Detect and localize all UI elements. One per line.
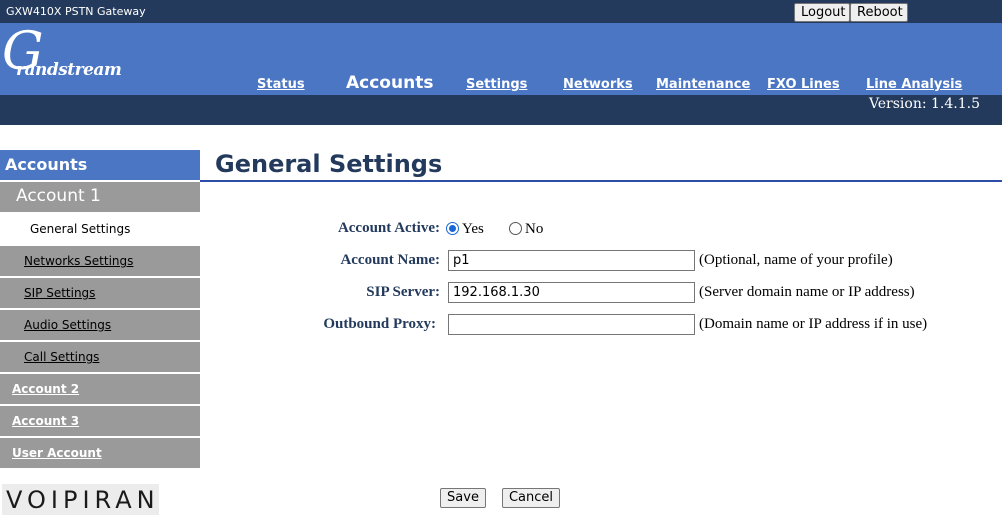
account-name-input[interactable]: p1 bbox=[448, 250, 695, 271]
sidebar-item-account-3[interactable]: Account 3 bbox=[0, 406, 200, 436]
page-title: General Settings bbox=[215, 150, 443, 178]
sidebar-item-account-2[interactable]: Account 2 bbox=[0, 374, 200, 404]
sidebar-item-user-account[interactable]: User Account bbox=[0, 438, 200, 468]
nav-maintenance[interactable]: Maintenance bbox=[656, 77, 750, 92]
sidebar-heading-accounts: Accounts bbox=[0, 150, 200, 180]
account-active-no-label[interactable]: No bbox=[525, 221, 543, 238]
sidebar-item-networks-settings[interactable]: Networks Settings bbox=[0, 246, 200, 276]
account-active-yes-label[interactable]: Yes bbox=[462, 221, 484, 238]
account-active-no-radio[interactable] bbox=[509, 222, 522, 235]
sidebar-item-audio-settings[interactable]: Audio Settings bbox=[0, 310, 200, 340]
sip-server-input[interactable]: 192.168.1.30 bbox=[448, 282, 695, 303]
version-bar bbox=[0, 95, 1002, 125]
sip-server-label: SIP Server: bbox=[366, 284, 440, 300]
account-name-hint: (Optional, name of your profile) bbox=[699, 252, 893, 268]
nav-line-analysis[interactable]: Line Analysis bbox=[866, 77, 962, 92]
title-divider bbox=[200, 180, 1002, 182]
save-button[interactable]: Save bbox=[440, 488, 486, 508]
logout-button[interactable]: Logout bbox=[794, 3, 850, 22]
nav-networks[interactable]: Networks bbox=[563, 77, 633, 92]
app-title: GXW410X PSTN Gateway bbox=[6, 5, 146, 18]
nav-status[interactable]: Status bbox=[257, 77, 305, 92]
sidebar-item-sip-settings[interactable]: SIP Settings bbox=[0, 278, 200, 308]
account-active-yes-radio[interactable] bbox=[446, 222, 459, 235]
sidebar-item-account-1[interactable]: Account 1 bbox=[0, 182, 200, 212]
voipiran-watermark: VOIPIRAN bbox=[2, 484, 159, 515]
nav-fxo-lines[interactable]: FXO Lines bbox=[767, 77, 840, 92]
sidebar-item-call-settings[interactable]: Call Settings bbox=[0, 342, 200, 372]
outbound-proxy-label: Outbound Proxy: bbox=[323, 316, 436, 332]
logo-text: randstream bbox=[16, 60, 122, 80]
nav-settings[interactable]: Settings bbox=[466, 77, 527, 92]
account-active-label: Account Active: bbox=[337, 220, 440, 236]
version-label: Version: 1.4.1.5 bbox=[868, 96, 980, 112]
grandstream-logo: G randstream bbox=[2, 26, 122, 88]
sip-server-hint: (Server domain name or IP address) bbox=[699, 284, 915, 300]
account-name-label: Account Name: bbox=[340, 252, 440, 268]
reboot-button[interactable]: Reboot bbox=[850, 3, 908, 22]
sidebar-item-general-settings[interactable]: General Settings bbox=[0, 214, 200, 244]
nav-accounts[interactable]: Accounts bbox=[346, 73, 433, 93]
cancel-button[interactable]: Cancel bbox=[502, 488, 560, 508]
outbound-proxy-hint: (Domain name or IP address if in use) bbox=[699, 316, 928, 332]
outbound-proxy-input[interactable] bbox=[448, 314, 695, 335]
